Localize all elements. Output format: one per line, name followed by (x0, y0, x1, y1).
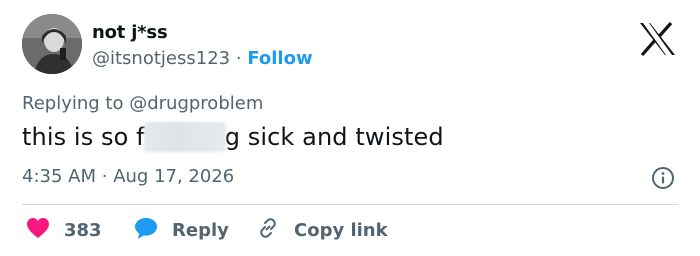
reply-label: Reply (172, 219, 229, 241)
user-handle[interactable]: @itsnotjess123 (92, 48, 230, 69)
copy-link-label: Copy link (294, 219, 388, 241)
timestamp-separator: · (101, 166, 108, 187)
tweet-text-start: this is so f (22, 123, 145, 151)
reply-button[interactable]: Reply (134, 214, 229, 246)
censor-blur (143, 122, 226, 152)
timestamp[interactable]: 4:35 AM · Aug 17, 2026 (22, 166, 234, 187)
copy-link-button[interactable]: Copy link (256, 214, 388, 246)
info-icon[interactable] (651, 166, 675, 190)
divider (22, 204, 678, 205)
avatar[interactable] (22, 14, 82, 74)
x-logo-icon[interactable] (638, 21, 676, 57)
reply-mention[interactable]: @drugproblem (129, 93, 263, 114)
like-button[interactable]: 383 (26, 214, 102, 246)
tweet-text-end: g sick and twisted (224, 123, 444, 151)
reply-prefix: Replying to (22, 93, 124, 114)
tweet-text: this is so f g sick and twisted (22, 122, 444, 152)
heart-icon (26, 217, 50, 244)
tweet-date: Aug 17, 2026 (113, 166, 235, 187)
embedded-tweet-card: not j*ss @itsnotjess123 · Follow Replyin… (0, 0, 700, 256)
reply-context: Replying to @drugproblem (22, 93, 263, 114)
tweet-time: 4:35 AM (22, 166, 96, 187)
display-name[interactable]: not j*ss (92, 22, 168, 43)
handle-row: @itsnotjess123 · Follow (92, 48, 313, 69)
speech-bubble-icon (134, 216, 158, 245)
like-count: 383 (64, 219, 102, 241)
follow-button[interactable]: Follow (247, 48, 312, 69)
handle-separator: · (235, 48, 242, 69)
link-icon (256, 216, 280, 245)
